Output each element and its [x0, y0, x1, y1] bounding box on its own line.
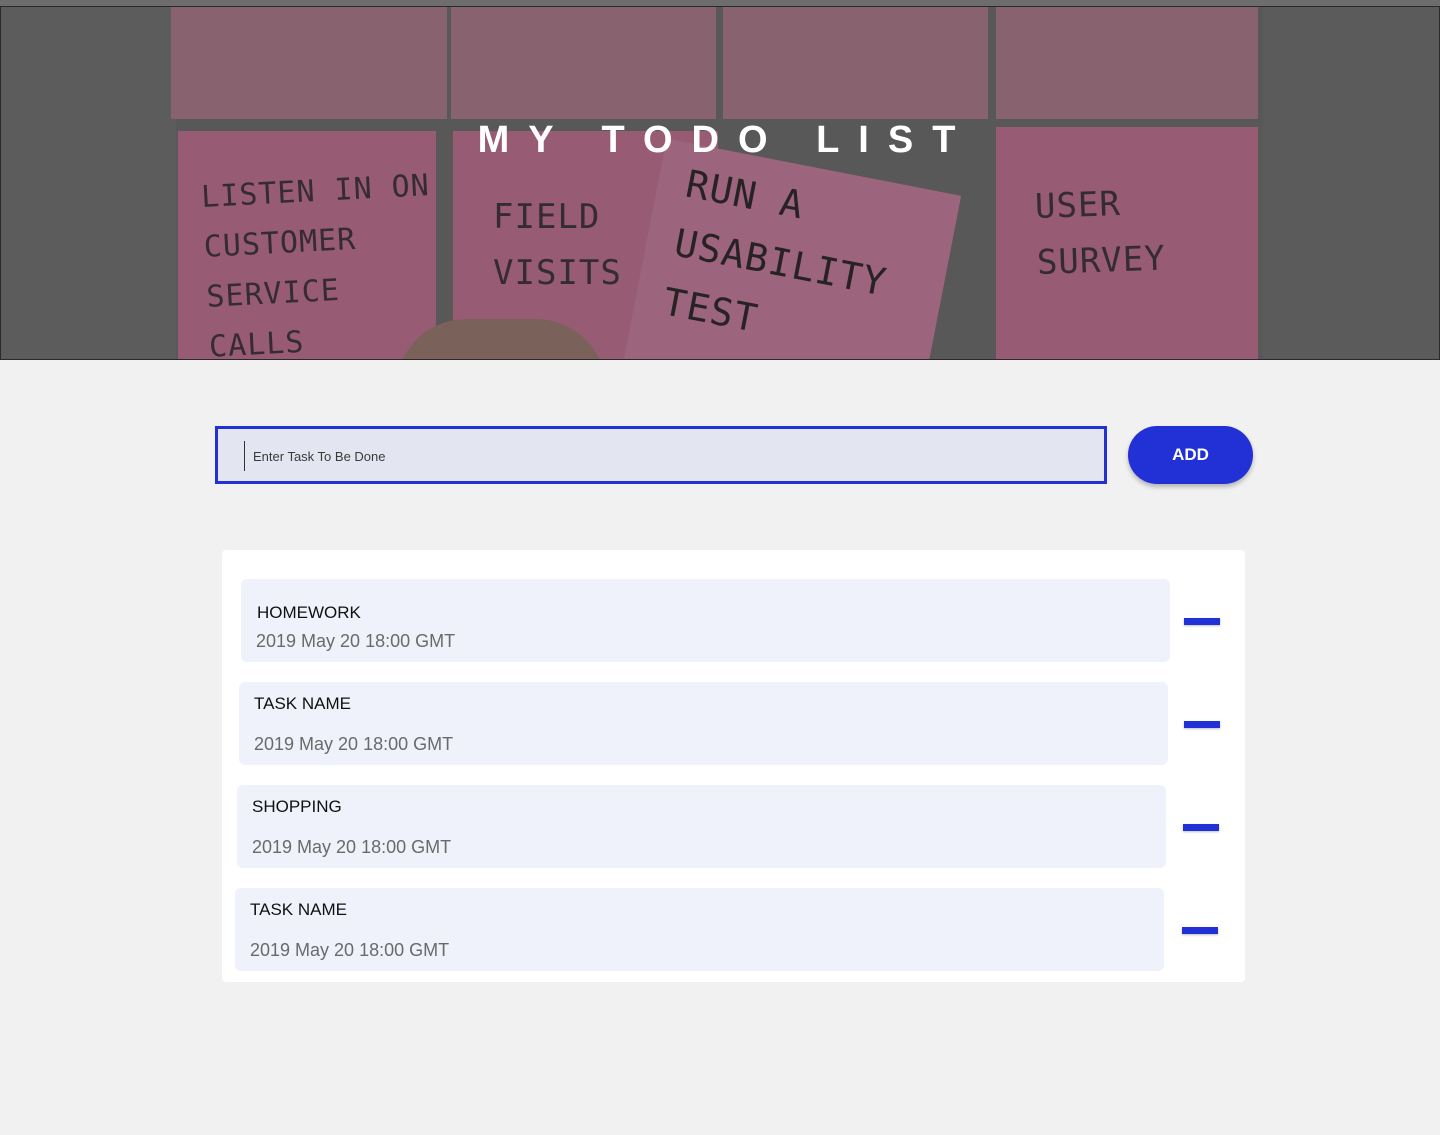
hero-banner: LISTEN IN ON CUSTOMER SERVICE CALLS FIEL…	[0, 6, 1440, 360]
task-date: 2019 May 20 18:00 GMT	[252, 837, 452, 857]
task-name: HOMEWORK	[257, 603, 361, 622]
minus-icon[interactable]	[1184, 721, 1220, 728]
task-date: 2019 May 20 18:00 GMT	[250, 940, 450, 960]
task-date: 2019 May 20 18:00 GMT	[254, 734, 454, 754]
minus-icon[interactable]	[1184, 618, 1220, 625]
task-name: TASK NAME	[250, 900, 347, 919]
task-input-container	[215, 426, 1107, 484]
image-overlay	[1, 7, 1439, 359]
task-item[interactable]: HOMEWORK 2019 May 20 18:00 GMT	[241, 579, 1170, 662]
minus-icon[interactable]	[1182, 927, 1218, 934]
task-list: HOMEWORK 2019 May 20 18:00 GMT TASK NAME…	[222, 550, 1245, 982]
minus-icon[interactable]	[1183, 824, 1219, 831]
task-item[interactable]: SHOPPING 2019 May 20 18:00 GMT	[237, 785, 1166, 868]
page-title: MY TODO LIST	[477, 119, 975, 161]
add-button[interactable]: ADD	[1128, 426, 1253, 484]
task-name: SHOPPING	[252, 797, 342, 816]
task-date: 2019 May 20 18:00 GMT	[256, 631, 456, 651]
task-item[interactable]: TASK NAME 2019 May 20 18:00 GMT	[239, 682, 1168, 765]
task-name: TASK NAME	[254, 694, 351, 713]
task-item[interactable]: TASK NAME 2019 May 20 18:00 GMT	[235, 888, 1164, 971]
task-input[interactable]	[244, 441, 1083, 471]
